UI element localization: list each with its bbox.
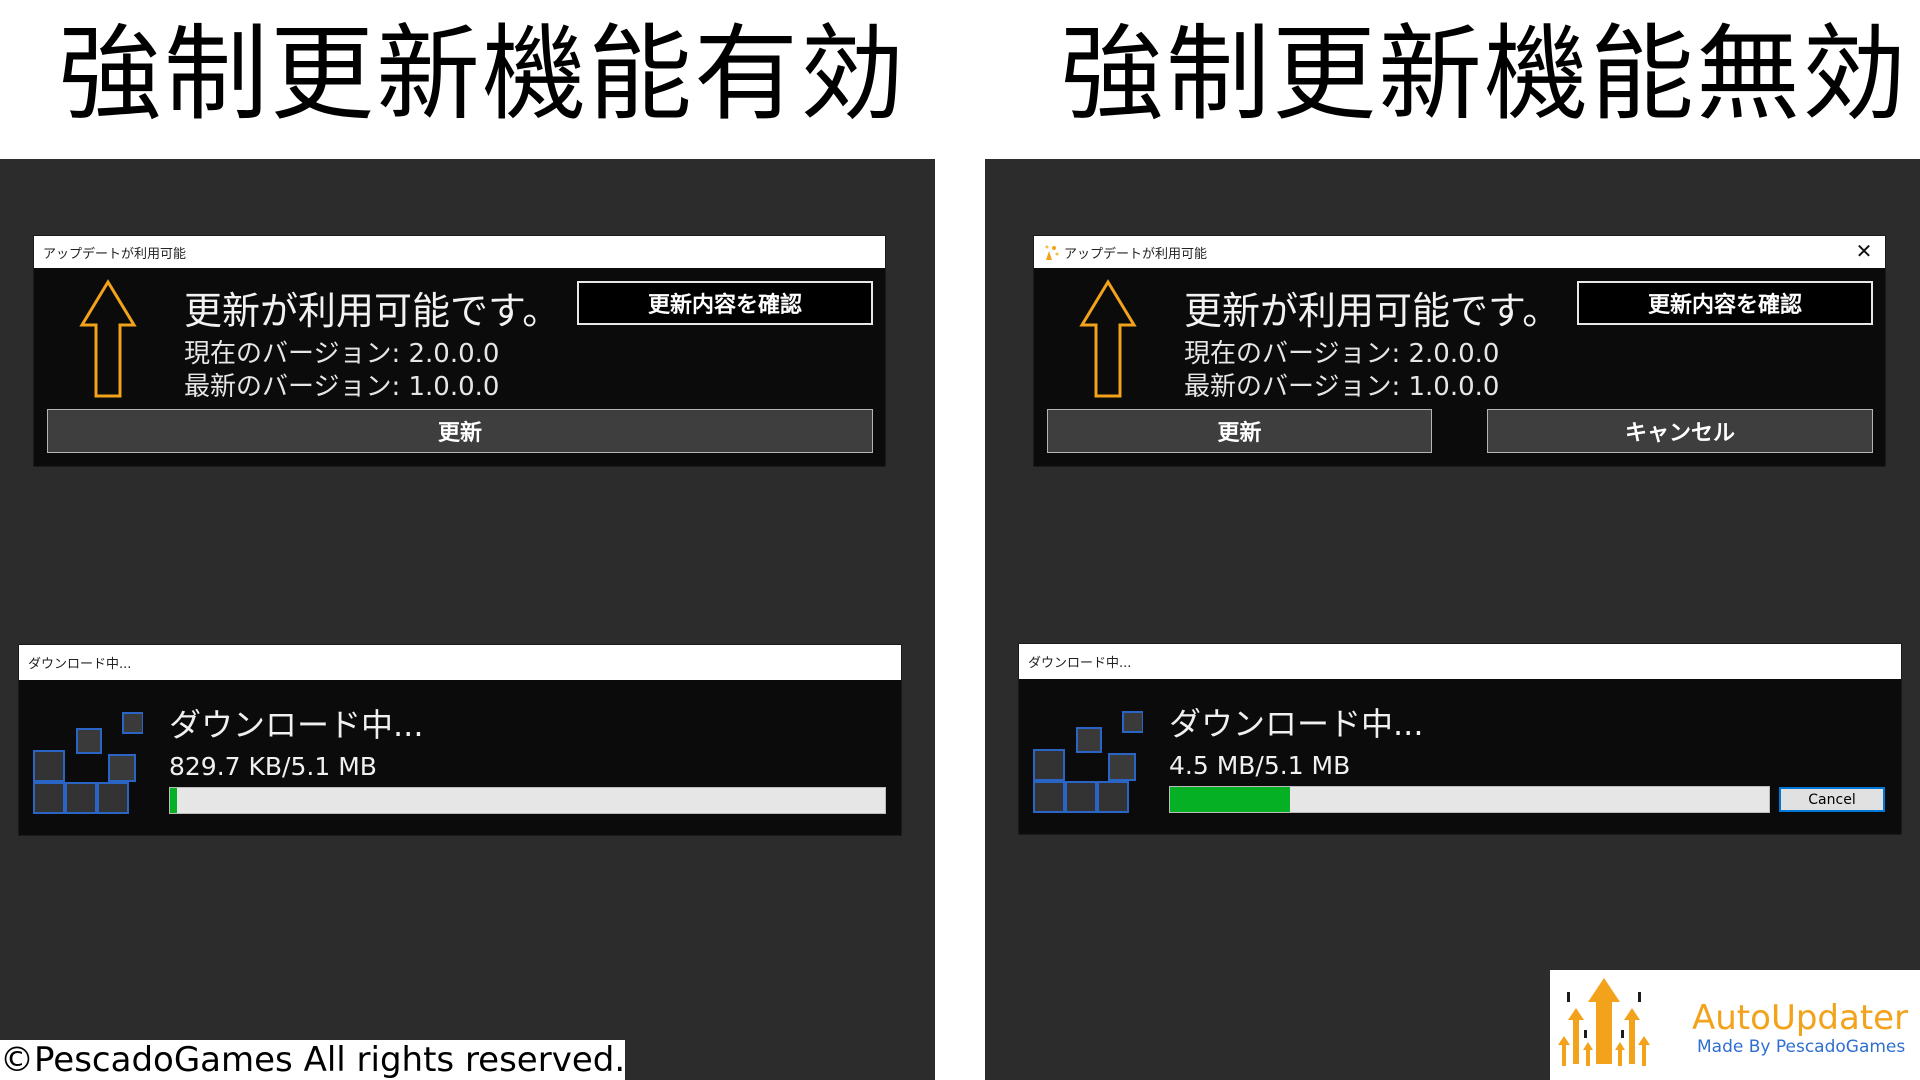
- logo-name: AutoUpdater: [1692, 998, 1909, 1038]
- download-window-left: ダウンロード中... ダウンロード中... 829.7 KB/5.1 MB: [19, 645, 901, 835]
- download-window-title: ダウンロード中...: [28, 657, 132, 672]
- download-titlebar-right[interactable]: ダウンロード中...: [1019, 644, 1901, 679]
- heading-forced-enabled: 強制更新機能有効: [58, 13, 907, 135]
- download-progress-bar: [1169, 786, 1770, 813]
- download-size: 829.7 KB/5.1 MB: [169, 752, 377, 781]
- download-heading: ダウンロード中...: [1169, 705, 1424, 743]
- window-title: アップデートが利用可能: [43, 246, 187, 262]
- autoupdater-logo-icon: [1558, 978, 1650, 1066]
- titlebar-left[interactable]: アップデートが利用可能: [34, 236, 885, 268]
- sparkle-app-icon: [1045, 245, 1059, 260]
- view-details-button[interactable]: 更新内容を確認: [577, 281, 873, 325]
- download-heading: ダウンロード中...: [169, 706, 424, 744]
- right-panel: アップデートが利用可能 ✕ 更新が利用可能です。 現在のバージョン: 2.0.0…: [985, 159, 1920, 1080]
- autoupdater-logo: AutoUpdater Made By PescadoGames: [1550, 970, 1920, 1080]
- current-version: 現在のバージョン: 2.0.0.0: [184, 339, 500, 369]
- download-size: 4.5 MB/5.1 MB: [1169, 751, 1351, 780]
- update-button[interactable]: 更新: [1047, 409, 1432, 453]
- latest-version: 最新のバージョン: 1.0.0.0: [184, 372, 500, 402]
- download-window-title: ダウンロード中...: [1028, 656, 1132, 671]
- update-window-left: アップデートが利用可能 更新が利用可能です。 現在のバージョン: 2.0.0.0…: [34, 236, 885, 466]
- download-titlebar-left[interactable]: ダウンロード中...: [19, 645, 901, 680]
- up-arrow-icon: [79, 279, 137, 398]
- window-title: アップデートが利用可能: [1064, 246, 1208, 262]
- download-window-right: ダウンロード中... ダウンロード中... 4.5 MB/5.1 MB Canc…: [1019, 644, 1901, 834]
- update-message: 更新が利用可能です。: [184, 289, 561, 333]
- download-progress-bar: [169, 787, 886, 814]
- heading-forced-disabled: 強制更新機能無効: [1060, 13, 1909, 135]
- latest-version: 最新のバージョン: 1.0.0.0: [1184, 372, 1500, 402]
- left-panel: アップデートが利用可能 更新が利用可能です。 現在のバージョン: 2.0.0.0…: [0, 159, 935, 1080]
- download-progress-fill: [1170, 787, 1290, 812]
- download-progress-fill: [170, 788, 178, 813]
- up-arrow-icon: [1079, 279, 1137, 398]
- update-window-right: アップデートが利用可能 ✕ 更新が利用可能です。 現在のバージョン: 2.0.0…: [1034, 236, 1885, 466]
- logo-byline: Made By PescadoGames: [1697, 1037, 1906, 1057]
- current-version: 現在のバージョン: 2.0.0.0: [1184, 339, 1500, 369]
- titlebar-right[interactable]: アップデートが利用可能 ✕: [1034, 236, 1885, 268]
- cancel-update-button[interactable]: キャンセル: [1487, 409, 1873, 453]
- download-grid-icon: [1033, 711, 1143, 813]
- update-button[interactable]: 更新: [47, 409, 873, 453]
- cancel-download-button[interactable]: Cancel: [1779, 787, 1885, 812]
- download-grid-icon: [33, 712, 143, 814]
- view-details-button[interactable]: 更新内容を確認: [1577, 281, 1873, 325]
- close-button[interactable]: ✕: [1853, 239, 1875, 263]
- copyright-text: ©PescadoGames All rights reserved.: [0, 1040, 626, 1080]
- update-message: 更新が利用可能です。: [1184, 289, 1561, 333]
